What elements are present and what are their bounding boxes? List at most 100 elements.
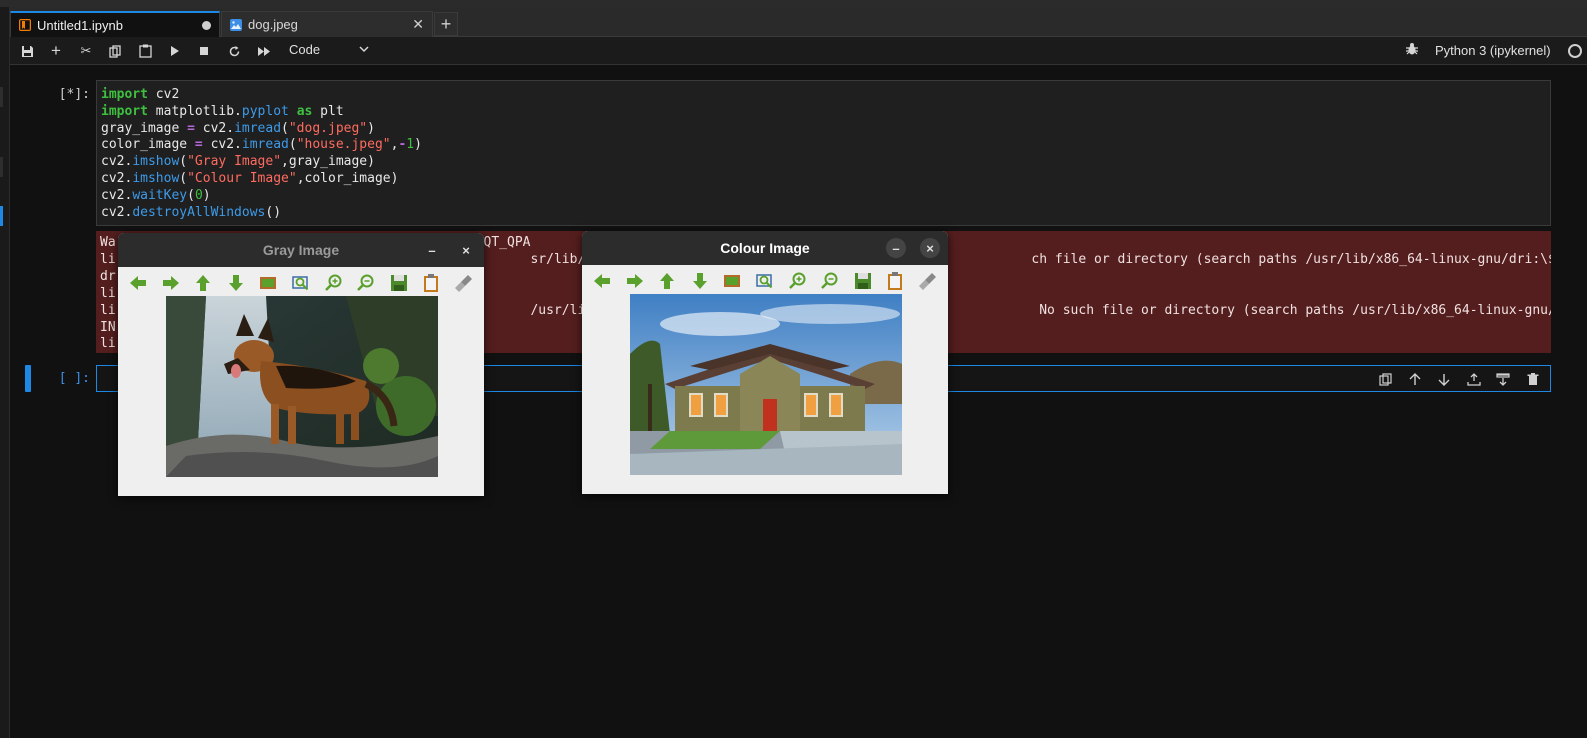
output-line: Wa	[100, 235, 116, 250]
tab-notebook[interactable]: Untitled1.ipynb	[10, 11, 220, 37]
window-title: Gray Image	[262, 242, 340, 258]
insert-below-icon	[1496, 372, 1510, 386]
paste-icon	[138, 44, 152, 58]
image-icon	[230, 18, 242, 31]
stop-icon	[200, 47, 208, 55]
dog-photo-icon	[166, 296, 438, 477]
output-line: IN	[100, 319, 116, 335]
sidebar-active-indicator	[0, 206, 3, 226]
save-image-icon[interactable]	[389, 273, 409, 293]
zoom-fit-icon[interactable]	[722, 271, 742, 291]
plus-icon: +	[51, 41, 61, 60]
tab-label: dog.jpeg	[248, 17, 298, 32]
save-button[interactable]	[16, 41, 38, 61]
cell-type-select[interactable]: Code	[289, 42, 369, 57]
output-fragment: No such file or directory (search paths …	[1039, 302, 1551, 318]
dog-image	[166, 296, 438, 477]
code-cell-editor[interactable]: import cv2 import matplotlib.pyplot as p…	[96, 80, 1551, 226]
output-line: dr	[100, 268, 116, 284]
zoom-original-icon[interactable]	[755, 271, 775, 291]
window-title: Colour Image	[720, 240, 810, 256]
close-window-button[interactable]: ×	[920, 238, 940, 258]
zoom-in-icon[interactable]	[324, 273, 344, 293]
sidebar-marker	[0, 157, 3, 177]
kernel-name[interactable]: Python 3 (ipykernel)	[1435, 43, 1551, 58]
minimize-button[interactable]: –	[886, 238, 906, 258]
chevron-down-icon	[359, 46, 369, 53]
kernel-status-icon	[1568, 44, 1582, 58]
unsaved-dot-icon[interactable]	[202, 20, 211, 30]
zoom-out-icon[interactable]	[820, 271, 840, 291]
insert-above-icon	[1467, 372, 1481, 386]
notebook-icon	[19, 19, 31, 31]
arrow-up-icon	[1409, 372, 1421, 385]
zoom-in-icon[interactable]	[788, 271, 808, 291]
move-up-button[interactable]	[1406, 370, 1424, 388]
copy-clipboard-icon[interactable]	[421, 273, 441, 293]
pan-up-icon[interactable]	[657, 271, 677, 291]
play-icon	[171, 46, 179, 56]
run-button[interactable]	[164, 41, 186, 61]
interrupt-button[interactable]	[193, 41, 215, 61]
pan-right-icon[interactable]	[161, 273, 181, 293]
zoom-original-icon[interactable]	[291, 273, 311, 293]
restart-run-all-button[interactable]	[253, 41, 275, 61]
refresh-icon	[229, 45, 239, 56]
paste-button[interactable]	[134, 41, 156, 61]
left-sidebar	[0, 7, 10, 738]
insert-below-button[interactable]	[1494, 370, 1512, 388]
move-down-button[interactable]	[1435, 370, 1453, 388]
insert-above-button[interactable]	[1465, 370, 1483, 388]
window-titlebar[interactable]: Gray Image – ×	[118, 233, 484, 267]
image-toolbar	[118, 267, 484, 297]
output-line: li	[100, 251, 116, 267]
colour-image-window[interactable]: Colour Image – ×	[582, 231, 948, 494]
window-top-strip	[0, 0, 1587, 7]
gray-image-window[interactable]: Gray Image – ×	[118, 233, 484, 496]
save-image-icon[interactable]	[853, 271, 873, 291]
pan-left-icon[interactable]	[592, 271, 612, 291]
restart-button[interactable]	[223, 41, 245, 61]
close-icon[interactable]: ✕	[412, 16, 424, 33]
save-icon	[21, 45, 33, 57]
pan-up-icon[interactable]	[193, 273, 213, 293]
tab-image[interactable]: dog.jpeg ✕	[221, 11, 433, 37]
scissors-icon: ✂	[80, 43, 92, 58]
sidebar-marker	[0, 87, 3, 107]
zoom-out-icon[interactable]	[356, 273, 376, 293]
debugger-icon[interactable]	[1405, 42, 1419, 56]
insert-cell-button[interactable]: +	[45, 41, 67, 61]
properties-brush-icon[interactable]	[918, 271, 938, 291]
fast-forward-icon	[258, 46, 270, 56]
arrow-down-icon	[1438, 373, 1450, 386]
output-fragment: ch file or directory (search paths /usr/…	[1031, 251, 1551, 267]
pan-down-icon[interactable]	[690, 271, 710, 291]
cell-prompt: [ ]:	[58, 371, 90, 386]
cell-type-value: Code	[289, 42, 321, 57]
minimize-button[interactable]: –	[422, 240, 442, 260]
add-tab-button[interactable]: +	[434, 12, 458, 36]
output-line: li	[100, 336, 116, 352]
zoom-fit-icon[interactable]	[258, 273, 278, 293]
pan-down-icon[interactable]	[226, 273, 246, 293]
output-line: li	[100, 285, 116, 301]
tab-bar: Untitled1.ipynb dog.jpeg ✕ +	[10, 7, 1587, 37]
window-titlebar[interactable]: Colour Image – ×	[582, 231, 948, 265]
pan-right-icon[interactable]	[625, 271, 645, 291]
properties-brush-icon[interactable]	[454, 273, 474, 293]
close-window-button[interactable]: ×	[456, 240, 476, 260]
delete-cell-button[interactable]	[1524, 370, 1542, 388]
pan-left-icon[interactable]	[128, 273, 148, 293]
notebook-toolbar: + ✂ Code Python 3 (ipykernel)	[10, 37, 1587, 65]
duplicate-cell-button[interactable]	[1376, 370, 1394, 388]
trash-icon	[1527, 372, 1539, 385]
house-image	[630, 294, 902, 475]
image-toolbar	[582, 265, 948, 295]
tab-label: Untitled1.ipynb	[37, 17, 123, 33]
copy-clipboard-icon[interactable]	[885, 271, 905, 291]
cell-prompt: [*]:	[58, 87, 90, 102]
cut-button[interactable]: ✂	[75, 41, 97, 61]
copy-button[interactable]	[104, 41, 126, 61]
duplicate-icon	[1378, 372, 1392, 386]
copy-icon	[108, 44, 121, 58]
